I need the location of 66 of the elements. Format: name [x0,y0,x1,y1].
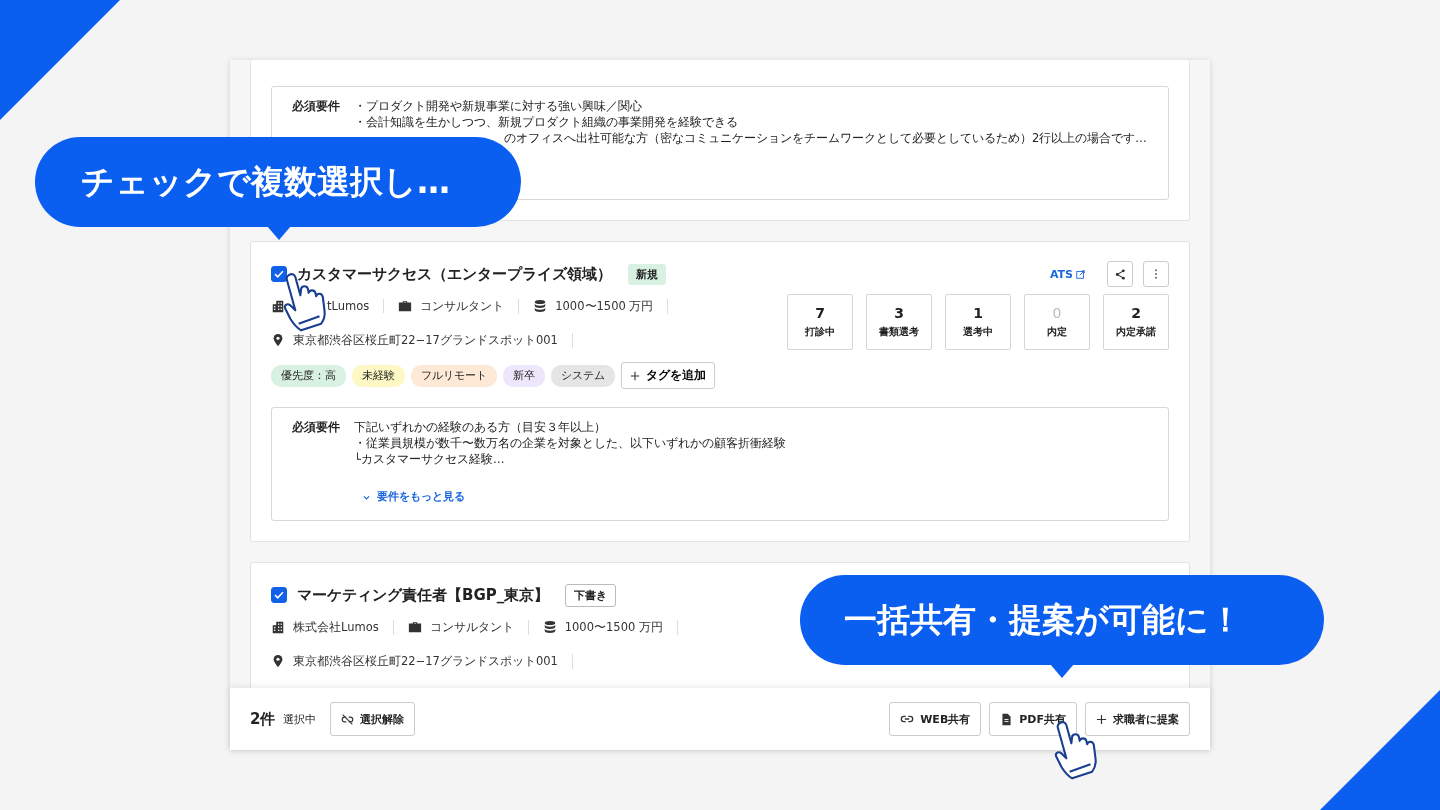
requirements-label: 必須要件 [292,420,340,436]
meta-text: 1000〜1500 万円 [555,298,654,314]
selected-count: 2件 [250,709,276,729]
callout-bubble: 一括共有・提案が可能に！ [800,575,1324,665]
status-badge: 下書き [565,583,617,607]
external-link-icon [1076,269,1085,279]
stat-tile[interactable]: 7 打診中 [787,294,853,350]
briefcase-icon [398,299,413,313]
job-title[interactable]: カスタマーサクセス（エンタープライズ領域） [297,264,612,284]
requirement-text: 下記いずれかの経験のある方（目安３年以上） [354,420,607,434]
stat-count: 3 [894,305,904,321]
checkbox[interactable] [271,587,287,603]
tag: フルリモート [411,364,497,387]
coin-stack-icon [533,299,548,313]
ats-link[interactable]: ATS [1049,267,1085,281]
meta-text: コンサルタント [420,298,505,314]
checkbox[interactable] [271,266,287,282]
stat-tile[interactable]: 1 選考中 [945,294,1011,350]
meta-text: 1000〜1500 万円 [564,619,663,635]
unlink-icon [341,712,355,726]
stat-count: 2 [1131,305,1141,321]
share-button[interactable] [1107,261,1133,287]
location-pin-icon [271,654,285,668]
clear-selection-button[interactable]: 選択解除 [330,702,416,736]
stat-label: 書類選考 [879,325,919,339]
share-action-button[interactable]: 求職者に提案 [1085,702,1190,736]
meta-text: tLumos [326,299,370,313]
building-icon [271,299,285,313]
tag: 優先度：高 [271,364,346,387]
requirement-text: ・会計知識を生かしつつ、新規プロダクト組織の事業開発を経験できる [354,115,739,129]
stat-count: 1 [973,305,983,321]
meta-text: 株式会社Lumos [293,619,379,635]
location-pin-icon [271,333,285,347]
document-icon [1000,712,1014,726]
stat-count: 0 [1052,305,1062,321]
briefcase-icon [407,620,422,634]
meta-text: コンサルタント [429,619,514,635]
address-text: 東京都渋谷区桜丘町22−17グランドスポット001 [293,653,558,669]
status-badge: 新規 [628,263,666,285]
stat-count: 7 [815,305,825,321]
plus-icon [630,370,640,381]
tag: 未経験 [352,364,405,387]
stat-label: 選考中 [963,325,993,339]
coin-stack-icon [542,620,557,634]
share-action-button[interactable]: WEB共有 [889,702,982,736]
stat-tile[interactable]: 3 書類選考 [866,294,932,350]
building-icon [271,620,285,634]
address-text: 東京都渋谷区桜丘町22−17グランドスポット001 [293,332,558,348]
add-tag-button[interactable]: タグを追加 [621,362,715,389]
share-icon [1113,267,1127,281]
requirement-text: のオフィスへ出社可能な方（密なコミュニケーションをチームワークとして必要としているため）2行以上の場合です… [503,131,1147,145]
requirement-text: ・プロダクト開発や新規事業に対する強い興味／関心 [354,99,643,113]
stat-tile[interactable]: 2 内定承諾 [1103,294,1169,350]
job-title[interactable]: マーケティング責任者【BGP_東京】 [297,585,550,605]
stat-label: 内定 [1047,325,1067,339]
plus-icon [1096,713,1107,725]
requirement-text: └カスタマーサクセス経験… [354,452,506,466]
speech-tail [1050,664,1074,678]
stat-label: 内定承諾 [1116,325,1156,339]
show-more-link[interactable]: 要件をもっと見る [362,490,786,504]
selected-label: 選択中 [283,711,317,727]
requirements-label: 必須要件 [292,99,340,115]
stat-label: 打診中 [805,325,835,339]
tag: システム [551,364,615,387]
requirement-text: ・従業員規模が数千〜数万名の企業を対象とした、以下いずれかの顧客折衝経験 [354,436,786,450]
tag: 新卒 [503,364,545,387]
